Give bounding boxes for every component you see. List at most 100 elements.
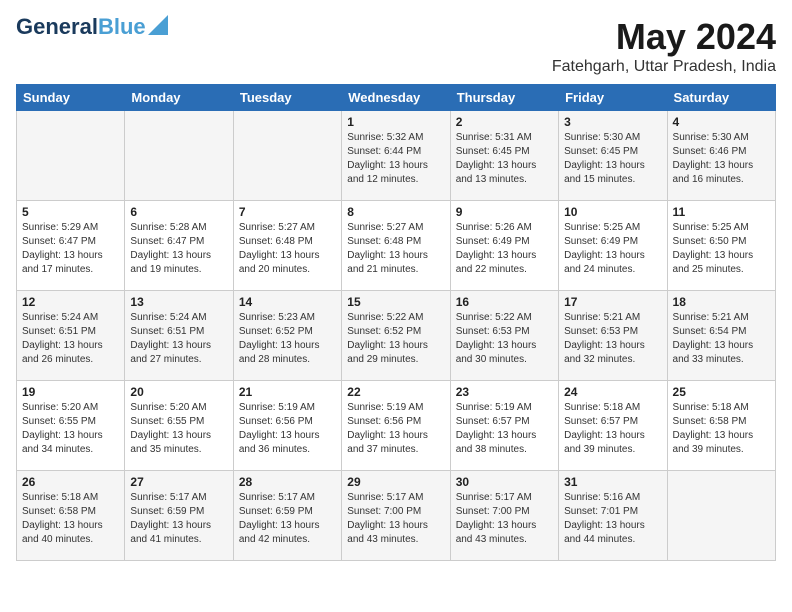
day-info: Sunrise: 5:16 AMSunset: 7:01 PMDaylight:… xyxy=(564,491,661,547)
day-cell: 22 Sunrise: 5:19 AMSunset: 6:56 PMDayligh… xyxy=(342,381,450,471)
day-cell: 5Sunrise: 5:29 AMSunset: 6:47 PMDaylight… xyxy=(17,201,125,291)
day-info: Sunrise: 5:28 AMSunset: 6:47 PMDaylight:… xyxy=(130,221,227,277)
day-info: Sunrise: 5:19 AMSunset: 6:56 PMDaylight:… xyxy=(347,401,444,457)
day-number: 11 xyxy=(673,205,770,219)
day-cell: 6 Sunrise: 5:28 AMSunset: 6:47 PMDaylight… xyxy=(125,201,233,291)
day-info: Sunrise: 5:25 AMSunset: 6:50 PMDaylight:… xyxy=(673,221,770,277)
day-cell xyxy=(125,111,233,201)
day-number: 17 xyxy=(564,295,661,309)
week-row-2: 5Sunrise: 5:29 AMSunset: 6:47 PMDaylight… xyxy=(17,201,776,291)
logo: GeneralBlue xyxy=(16,16,168,38)
day-cell: 17 Sunrise: 5:21 AMSunset: 6:53 PMDayligh… xyxy=(559,291,667,381)
day-cell xyxy=(667,471,775,561)
day-number: 27 xyxy=(130,475,227,489)
day-number: 14 xyxy=(239,295,336,309)
day-info: Sunrise: 5:18 AMSunset: 6:58 PMDaylight:… xyxy=(673,401,770,457)
day-cell: 28Sunrise: 5:17 AMSunset: 6:59 PMDayligh… xyxy=(233,471,341,561)
week-row-3: 12 Sunrise: 5:24 AMSunset: 6:51 PMDayligh… xyxy=(17,291,776,381)
day-number: 24 xyxy=(564,385,661,399)
day-cell: 10 Sunrise: 5:25 AMSunset: 6:49 PMDayligh… xyxy=(559,201,667,291)
day-number: 9 xyxy=(456,205,553,219)
day-number: 28 xyxy=(239,475,336,489)
col-header-thursday: Thursday xyxy=(450,85,558,111)
day-number: 22 xyxy=(347,385,444,399)
day-number: 21 xyxy=(239,385,336,399)
day-info: Sunrise: 5:22 AMSunset: 6:52 PMDaylight:… xyxy=(347,311,444,367)
location: Fatehgarh, Uttar Pradesh, India xyxy=(552,58,776,76)
day-cell: 7 Sunrise: 5:27 AMSunset: 6:48 PMDaylight… xyxy=(233,201,341,291)
day-info: Sunrise: 5:18 AMSunset: 6:57 PMDaylight:… xyxy=(564,401,661,457)
day-number: 26 xyxy=(22,475,119,489)
day-info: Sunrise: 5:17 AMSunset: 6:59 PMDaylight:… xyxy=(130,491,227,547)
day-cell: 18Sunrise: 5:21 AMSunset: 6:54 PMDayligh… xyxy=(667,291,775,381)
day-info: Sunrise: 5:24 AMSunset: 6:51 PMDaylight:… xyxy=(22,311,119,367)
title-block: May 2024 Fatehgarh, Uttar Pradesh, India xyxy=(552,16,776,76)
day-number: 16 xyxy=(456,295,553,309)
day-info: Sunrise: 5:27 AMSunset: 6:48 PMDaylight:… xyxy=(239,221,336,277)
day-number: 25 xyxy=(673,385,770,399)
day-info: Sunrise: 5:21 AMSunset: 6:53 PMDaylight:… xyxy=(564,311,661,367)
day-cell: 9 Sunrise: 5:26 AMSunset: 6:49 PMDaylight… xyxy=(450,201,558,291)
day-cell: 2 Sunrise: 5:31 AMSunset: 6:45 PMDaylight… xyxy=(450,111,558,201)
day-cell: 31 Sunrise: 5:16 AMSunset: 7:01 PMDayligh… xyxy=(559,471,667,561)
day-number: 30 xyxy=(456,475,553,489)
day-info: Sunrise: 5:26 AMSunset: 6:49 PMDaylight:… xyxy=(456,221,553,277)
week-row-5: 26 Sunrise: 5:18 AMSunset: 6:58 PMDayligh… xyxy=(17,471,776,561)
day-cell: 16 Sunrise: 5:22 AMSunset: 6:53 PMDayligh… xyxy=(450,291,558,381)
day-info: Sunrise: 5:29 AMSunset: 6:47 PMDaylight:… xyxy=(22,221,119,277)
day-number: 4 xyxy=(673,115,770,129)
day-number: 3 xyxy=(564,115,661,129)
week-row-4: 19Sunrise: 5:20 AMSunset: 6:55 PMDayligh… xyxy=(17,381,776,471)
day-number: 31 xyxy=(564,475,661,489)
day-cell: 15 Sunrise: 5:22 AMSunset: 6:52 PMDayligh… xyxy=(342,291,450,381)
day-cell: 26 Sunrise: 5:18 AMSunset: 6:58 PMDayligh… xyxy=(17,471,125,561)
day-number: 20 xyxy=(130,385,227,399)
day-info: Sunrise: 5:20 AMSunset: 6:55 PMDaylight:… xyxy=(22,401,119,457)
day-info: Sunrise: 5:21 AMSunset: 6:54 PMDaylight:… xyxy=(673,311,770,367)
day-number: 12 xyxy=(22,295,119,309)
day-cell: 14Sunrise: 5:23 AMSunset: 6:52 PMDayligh… xyxy=(233,291,341,381)
logo-text: GeneralBlue xyxy=(16,16,146,38)
day-cell: 19Sunrise: 5:20 AMSunset: 6:55 PMDayligh… xyxy=(17,381,125,471)
calendar-table: SundayMondayTuesdayWednesdayThursdayFrid… xyxy=(16,84,776,561)
day-cell: 1Sunrise: 5:32 AMSunset: 6:44 PMDaylight… xyxy=(342,111,450,201)
day-info: Sunrise: 5:18 AMSunset: 6:58 PMDaylight:… xyxy=(22,491,119,547)
day-cell: 4 Sunrise: 5:30 AMSunset: 6:46 PMDaylight… xyxy=(667,111,775,201)
day-info: Sunrise: 5:31 AMSunset: 6:45 PMDaylight:… xyxy=(456,131,553,187)
day-number: 8 xyxy=(347,205,444,219)
day-number: 7 xyxy=(239,205,336,219)
day-cell: 23 Sunrise: 5:19 AMSunset: 6:57 PMDayligh… xyxy=(450,381,558,471)
day-number: 2 xyxy=(456,115,553,129)
day-cell: 24 Sunrise: 5:18 AMSunset: 6:57 PMDayligh… xyxy=(559,381,667,471)
day-number: 6 xyxy=(130,205,227,219)
day-info: Sunrise: 5:19 AMSunset: 6:57 PMDaylight:… xyxy=(456,401,553,457)
day-cell: 3 Sunrise: 5:30 AMSunset: 6:45 PMDaylight… xyxy=(559,111,667,201)
col-header-monday: Monday xyxy=(125,85,233,111)
header-row: SundayMondayTuesdayWednesdayThursdayFrid… xyxy=(17,85,776,111)
day-info: Sunrise: 5:30 AMSunset: 6:45 PMDaylight:… xyxy=(564,131,661,187)
day-cell: 25 Sunrise: 5:18 AMSunset: 6:58 PMDayligh… xyxy=(667,381,775,471)
day-cell: 11 Sunrise: 5:25 AMSunset: 6:50 PMDayligh… xyxy=(667,201,775,291)
page-header: GeneralBlue May 2024 Fatehgarh, Uttar Pr… xyxy=(16,16,776,76)
day-number: 15 xyxy=(347,295,444,309)
day-info: Sunrise: 5:30 AMSunset: 6:46 PMDaylight:… xyxy=(673,131,770,187)
col-header-tuesday: Tuesday xyxy=(233,85,341,111)
day-number: 10 xyxy=(564,205,661,219)
day-cell xyxy=(17,111,125,201)
col-header-friday: Friday xyxy=(559,85,667,111)
day-info: Sunrise: 5:17 AMSunset: 7:00 PMDaylight:… xyxy=(456,491,553,547)
day-cell: 21 Sunrise: 5:19 AMSunset: 6:56 PMDayligh… xyxy=(233,381,341,471)
day-number: 13 xyxy=(130,295,227,309)
day-cell: 30 Sunrise: 5:17 AMSunset: 7:00 PMDayligh… xyxy=(450,471,558,561)
day-info: Sunrise: 5:19 AMSunset: 6:56 PMDaylight:… xyxy=(239,401,336,457)
week-row-1: 1Sunrise: 5:32 AMSunset: 6:44 PMDaylight… xyxy=(17,111,776,201)
day-cell: 12 Sunrise: 5:24 AMSunset: 6:51 PMDayligh… xyxy=(17,291,125,381)
day-info: Sunrise: 5:25 AMSunset: 6:49 PMDaylight:… xyxy=(564,221,661,277)
day-cell: 13Sunrise: 5:24 AMSunset: 6:51 PMDayligh… xyxy=(125,291,233,381)
day-cell xyxy=(233,111,341,201)
day-cell: 8Sunrise: 5:27 AMSunset: 6:48 PMDaylight… xyxy=(342,201,450,291)
logo-icon xyxy=(148,15,168,35)
day-info: Sunrise: 5:22 AMSunset: 6:53 PMDaylight:… xyxy=(456,311,553,367)
day-number: 29 xyxy=(347,475,444,489)
day-number: 23 xyxy=(456,385,553,399)
